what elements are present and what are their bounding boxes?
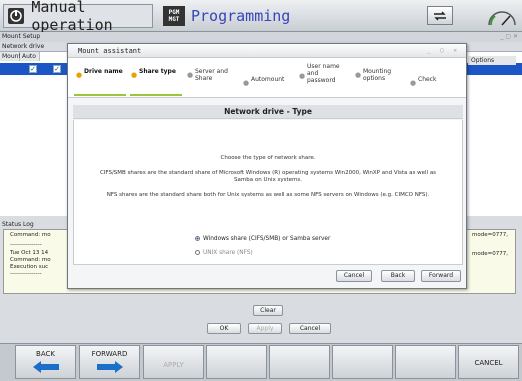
nfs-description: NFS shares are the standard share both f…	[106, 192, 430, 198]
feed-gauge-icon	[488, 11, 516, 26]
step-label: Automount	[251, 76, 285, 83]
dialog-window-controls[interactable]: _ ▢ ✕	[427, 44, 460, 58]
step-mounting-options[interactable]: ● Mounting options	[355, 68, 403, 82]
arrow-left-icon	[32, 361, 59, 373]
dialog-cancel-button[interactable]: Cancel	[336, 270, 372, 282]
step-dot-icon: ●	[243, 79, 250, 87]
clear-button[interactable]: Clear	[253, 305, 283, 316]
radio-selected-icon	[195, 236, 200, 241]
status-log-label: Status Log	[2, 221, 34, 228]
step-check[interactable]: ● Check	[410, 76, 448, 87]
mount-checkbox[interactable]: ✓	[29, 65, 37, 73]
softkey-empty[interactable]	[395, 345, 456, 379]
radio-windows-share[interactable]: Windows share (CIFS/SMB) or Samba server	[195, 235, 330, 243]
step-server-and-share[interactable]: ● Server and Share	[187, 68, 239, 82]
dialog-back-button[interactable]: Back	[381, 270, 415, 282]
step-dot-icon: ●	[187, 71, 194, 79]
softkey-empty[interactable]	[269, 345, 330, 379]
back-softkey[interactable]: BACK	[15, 345, 76, 379]
step-label: Drive name	[84, 68, 123, 75]
network-drive-label: Network drive	[2, 43, 45, 50]
step-drive-name[interactable]: ● Drive name	[76, 68, 124, 79]
step-label: Server and Share	[195, 68, 228, 82]
status-line: Tue Oct 13 14	[10, 250, 49, 256]
cifs-description: CIFS/SMB shares are the standard share o…	[99, 170, 437, 176]
pgm-mgt-icon: PGM MGT	[163, 6, 185, 26]
ok-button[interactable]: OK	[207, 323, 241, 334]
status-line-right: mode=0777,	[472, 251, 508, 257]
step-progress-underline	[74, 94, 126, 96]
step-dot-icon: ●	[76, 71, 83, 79]
status-line: ----------------	[10, 242, 42, 248]
mount-assistant-dialog: Mount assistant _ ▢ ✕ ● Drive name ● Share…	[67, 43, 467, 289]
programming-mode[interactable]: PGM MGT Programming	[160, 4, 340, 28]
top-bar: Manual operation PGM MGT Programming	[0, 0, 522, 34]
column-header-options[interactable]: Options	[468, 56, 516, 65]
step-label: Share type	[139, 68, 176, 75]
status-line-right: mode=0777,	[472, 232, 508, 238]
auto-checkbox[interactable]: ✓	[53, 65, 61, 73]
step-label: Check	[418, 76, 437, 83]
apply-button[interactable]: Apply	[248, 323, 282, 334]
dialog-forward-button[interactable]: Forward	[421, 270, 461, 282]
dialog-title-bar: Mount assistant _ ▢ ✕	[68, 44, 466, 58]
step-dot-icon: ●	[131, 71, 138, 79]
status-line: Execution suc	[10, 264, 49, 270]
window-title: Mount Setup	[2, 33, 41, 40]
step-automount[interactable]: ● Automount	[243, 76, 295, 87]
step-dot-icon: ●	[355, 71, 362, 79]
radio-unselected-icon	[195, 250, 200, 255]
cifs-description-2: Samba on Unix systems.	[234, 177, 302, 183]
hand-icon	[7, 6, 25, 26]
step-dot-icon: ●	[299, 72, 306, 80]
step-share-type[interactable]: ● Share type	[131, 68, 179, 79]
step-user-name-and-password[interactable]: ● User name and password	[299, 63, 347, 84]
softkey-empty[interactable]	[332, 345, 393, 379]
content-heading: Network drive - Type	[73, 105, 463, 119]
arrow-right-icon	[96, 361, 123, 373]
manual-operation-label: Manual operation	[31, 0, 113, 34]
cancel-button[interactable]: Cancel	[289, 323, 331, 334]
forward-softkey[interactable]: FORWARD	[79, 345, 140, 379]
window-controls[interactable]: _ ▢ ✕	[500, 32, 518, 42]
apply-softkey[interactable]: APPLY	[143, 345, 204, 379]
manual-operation-mode[interactable]: Manual operation	[3, 0, 153, 34]
back-softkey-label: BACK	[36, 350, 55, 358]
column-header-mount[interactable]: Mount	[0, 52, 21, 61]
softkey-empty[interactable]	[206, 345, 267, 379]
step-label: Mounting options	[363, 68, 392, 82]
intro-text: Choose the type of network share.	[220, 155, 316, 161]
step-label: User name and password	[307, 63, 340, 84]
dialog-title: Mount assistant	[78, 47, 142, 55]
radio-label: Windows share (CIFS/SMB) or Samba server	[203, 236, 331, 242]
forward-softkey-label: FORWARD	[91, 350, 128, 358]
status-line: Command: mo	[10, 257, 51, 263]
status-line: ----------------	[10, 271, 42, 277]
cancel-softkey[interactable]: CANCEL	[458, 345, 519, 379]
status-line: Command: mo	[10, 232, 51, 238]
radio-unix-share[interactable]: UNIX share (NFS)	[195, 249, 253, 257]
apply-softkey-label: APPLY	[163, 361, 184, 369]
switch-arrows-icon[interactable]	[427, 6, 453, 25]
step-progress-underline	[130, 94, 182, 96]
mount-setup-title-bar: Mount Setup _ ▢ ✕	[0, 32, 522, 42]
step-dot-icon: ●	[410, 79, 417, 87]
programming-label: Programming	[191, 7, 291, 25]
wizard-steps: ● Drive name ● Share type ● Server and Shar…	[68, 58, 466, 98]
column-header-auto[interactable]: Auto	[20, 52, 40, 61]
cancel-softkey-label: CANCEL	[474, 359, 503, 367]
radio-label: UNIX share (NFS)	[203, 250, 253, 256]
